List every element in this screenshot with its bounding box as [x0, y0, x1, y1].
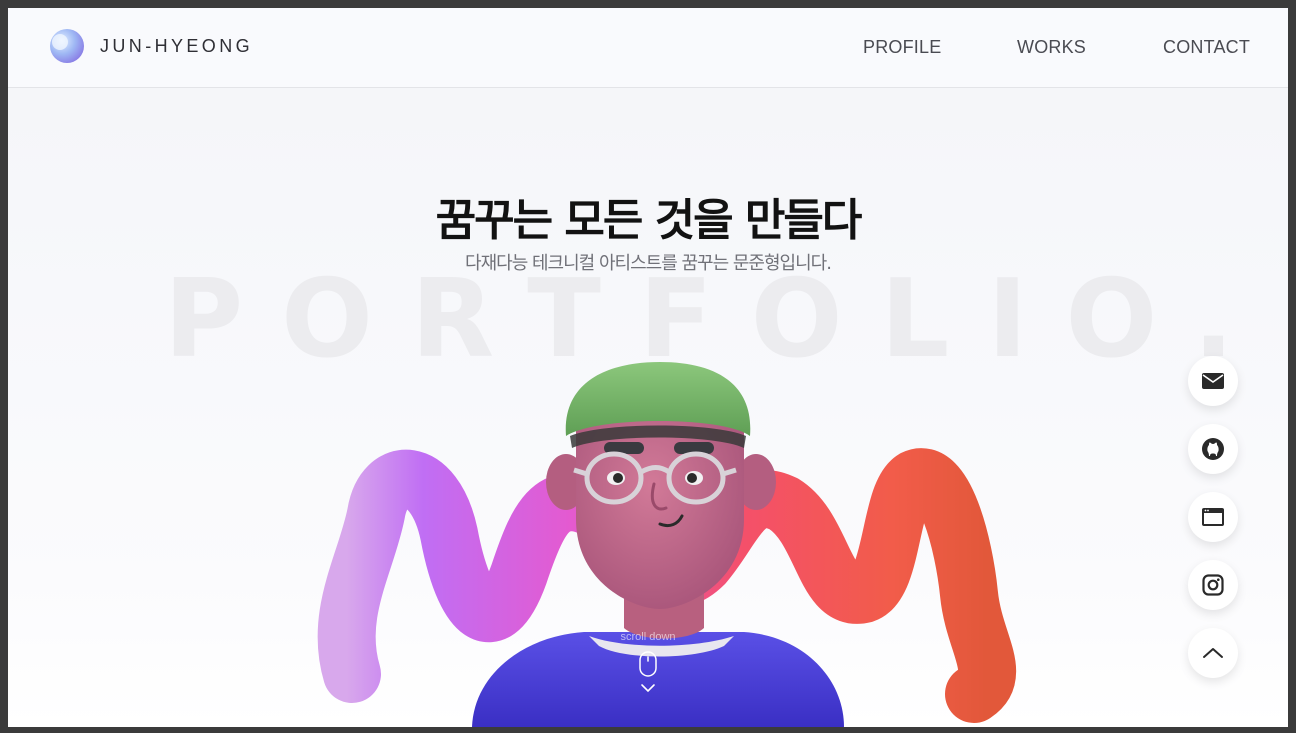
github-button[interactable] — [1188, 424, 1238, 474]
github-icon — [1202, 438, 1224, 460]
browser-window-icon — [1202, 508, 1224, 526]
hero-subline: 다재다능 테크니컬 아티스트를 꿈꾸는 문준형입니다. — [465, 253, 832, 274]
hero-headline: 꿈꾸는 모든 것을 만들다 — [435, 195, 863, 246]
scroll-top-button[interactable] — [1188, 628, 1238, 678]
mail-icon — [1202, 373, 1224, 389]
nav-contact[interactable]: CONTACT — [1163, 37, 1250, 58]
page-frame: JUN-HYEONG PROFILE WORKS CONTACT PORTFOL… — [8, 8, 1288, 727]
hero-illustration — [317, 362, 1017, 727]
nav-works[interactable]: WORKS — [1017, 37, 1086, 58]
mail-button[interactable] — [1188, 356, 1238, 406]
logo-icon[interactable] — [48, 28, 86, 64]
window-bottom-edge — [0, 727, 1296, 733]
brand-name[interactable]: JUN-HYEONG — [100, 36, 253, 57]
site-header: JUN-HYEONG PROFILE WORKS CONTACT — [8, 8, 1288, 88]
instagram-icon — [1202, 574, 1224, 596]
chevron-down-icon[interactable] — [640, 683, 656, 693]
website-button[interactable] — [1188, 492, 1238, 542]
chevron-up-icon — [1203, 648, 1223, 658]
scroll-down-label: scroll down — [620, 631, 676, 643]
instagram-button[interactable] — [1188, 560, 1238, 610]
nav-profile[interactable]: PROFILE — [863, 37, 941, 58]
mouse-icon[interactable] — [639, 651, 657, 677]
